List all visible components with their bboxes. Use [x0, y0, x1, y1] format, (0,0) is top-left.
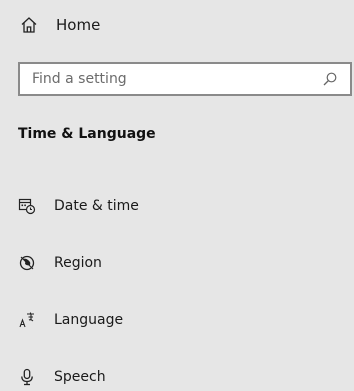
nav-item-region[interactable]: Region: [18, 249, 338, 277]
language-icon: [18, 311, 36, 329]
nav-item-speech[interactable]: Speech: [18, 363, 338, 391]
nav-item-language[interactable]: Language: [18, 306, 338, 334]
section-title: Time & Language: [18, 126, 156, 142]
nav-item-label: Language: [54, 312, 124, 328]
globe-icon: [18, 254, 36, 272]
microphone-icon: [18, 368, 36, 386]
search-box[interactable]: [18, 62, 352, 96]
search-icon[interactable]: [322, 71, 338, 87]
nav-item-date-time[interactable]: Date & time: [18, 192, 338, 220]
home-icon: [20, 16, 38, 34]
calendar-clock-icon: [18, 197, 36, 215]
search-input[interactable]: [20, 65, 312, 93]
nav-item-label: Region: [54, 255, 102, 271]
nav-item-label: Speech: [54, 369, 106, 385]
home-nav-item[interactable]: Home: [20, 12, 100, 38]
nav-item-label: Date & time: [54, 198, 139, 214]
settings-nav-pane: Home Time & Language Date & time: [0, 0, 354, 391]
home-label: Home: [56, 16, 101, 34]
